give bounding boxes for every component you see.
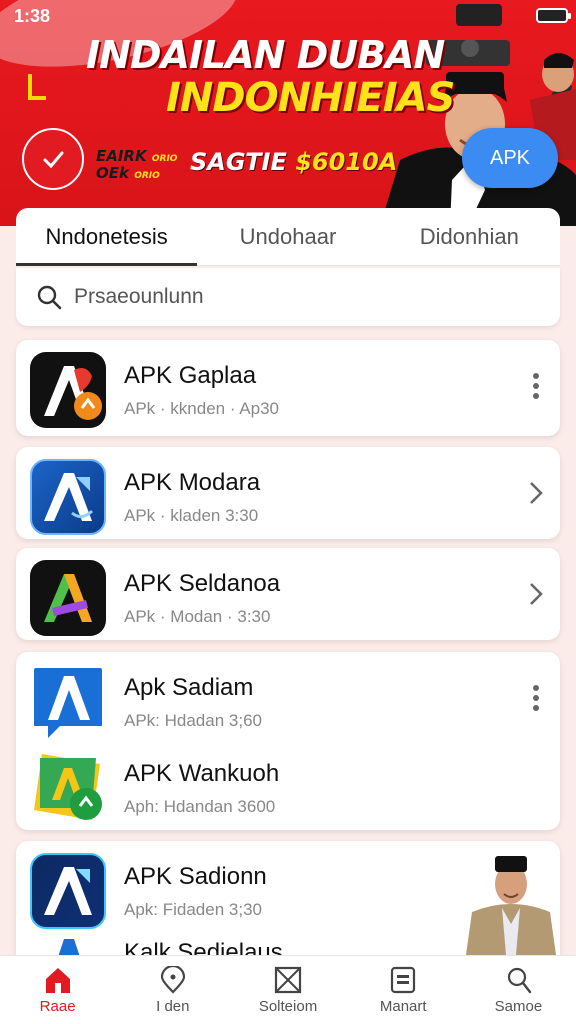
app-subtitle: APk · kladen 3:30 <box>124 506 259 525</box>
banner-headline: INDAILAN DUBAN INDONHIEIAS <box>86 33 455 121</box>
promo-small-2: OEk <box>96 163 129 182</box>
app-icon-sadionn <box>30 853 106 929</box>
app-card: APK Modara APk · kladen 3:30 <box>16 447 560 539</box>
app-card: APK Gaplaa APk · kknden · Ap30 <box>16 340 560 436</box>
location-icon <box>160 965 185 994</box>
chevron-right-icon[interactable] <box>524 578 548 610</box>
list-item[interactable]: APK Seldanoa APk · Modan · 3:30 <box>16 548 560 640</box>
list-item[interactable]: Apk Sadiam APk: Hdadan 3;60 <box>16 652 560 744</box>
more-vert-icon[interactable] <box>524 370 548 402</box>
app-subtitle: Apk: Fidaden 3;30 <box>124 900 262 919</box>
battery-icon <box>536 8 571 23</box>
nav-item-location[interactable]: I den <box>115 956 230 1024</box>
list-item[interactable]: APK Modara APk · kladen 3:30 <box>16 447 560 539</box>
status-time: 1:38 <box>14 6 51 26</box>
search-icon <box>37 285 62 310</box>
app-icon-wankuoh <box>30 750 106 826</box>
camera-icon <box>456 4 502 26</box>
app-title: Apk Sadiam <box>124 674 254 701</box>
nav-item-mail[interactable]: Solteiom <box>230 956 345 1024</box>
promo-banner[interactable]: 1:38 INDAILAN DUBAN INDONHIEIAS EAIRK OR… <box>0 0 576 226</box>
app-subtitle: APk · kknden · Ap30 <box>124 399 279 418</box>
nav-item-home[interactable]: Raae <box>0 956 115 1024</box>
more-vert-icon[interactable] <box>524 682 548 714</box>
apk-download-button[interactable]: APK <box>462 128 558 188</box>
promo-small-3: ORIO <box>151 154 178 164</box>
headline-line-1: INDAILAN DUBAN <box>86 33 445 77</box>
app-icon-seldanoa <box>30 560 106 636</box>
nav-label: Samoe <box>494 997 543 1015</box>
promo-main-text: SAGTIE $6010A <box>190 148 397 176</box>
app-title: APK Wankuoh <box>124 760 280 787</box>
nav-label: I den <box>156 997 190 1015</box>
app-title: APK Seldanoa <box>124 570 281 597</box>
promo-small-text: EAIRK ORIO OEk ORIO <box>96 148 177 182</box>
app-icon-sadiam <box>30 664 106 740</box>
home-icon <box>45 967 70 993</box>
app-subtitle: APk · Modan · 3:30 <box>124 607 271 626</box>
promo-small-4: ORIO <box>134 170 160 181</box>
banner-logo-mark <box>28 74 46 100</box>
app-title: APK Gaplaa <box>124 362 257 389</box>
nav-label: Solteiom <box>258 997 318 1015</box>
app-icon-modara <box>30 459 106 535</box>
search-bar[interactable] <box>16 268 560 326</box>
check-button[interactable] <box>22 128 84 190</box>
app-card: Apk Sadiam APk: Hdadan 3;60 APK Wankuoh … <box>16 652 560 830</box>
promo-small-1: EAIRK <box>96 147 147 165</box>
app-icon-gaplaa <box>30 352 106 428</box>
tab-didonhian[interactable]: Didonhian <box>379 208 560 265</box>
nav-label: Manart <box>379 997 427 1015</box>
nav-item-document[interactable]: Manart <box>346 956 461 1024</box>
promo-main-2: $6010A <box>295 148 398 176</box>
check-icon <box>43 151 64 169</box>
tab-undohaar[interactable]: Undohaar <box>197 208 378 265</box>
search-input[interactable] <box>74 285 514 309</box>
headline-line-2: INDONHIEIAS <box>166 75 455 121</box>
app-title: APK Modara <box>124 469 261 496</box>
app-subtitle: APk: Hdadan 3;60 <box>124 711 262 730</box>
bottom-navigation: Raae I den Solteiom Manart Samoe <box>0 955 576 1024</box>
mail-box-icon <box>274 966 302 993</box>
app-title: APK Sadionn <box>124 863 267 890</box>
person-photo <box>466 856 556 955</box>
promo-main-1: SAGTIE <box>190 148 287 176</box>
list-item[interactable]: APK Wankuoh Aph: Hdandan 3600 <box>16 738 560 830</box>
tab-nndonetesis[interactable]: Nndonetesis <box>16 208 198 266</box>
app-card: APK Seldanoa APk · Modan · 3:30 <box>16 548 560 640</box>
document-icon <box>391 966 416 993</box>
profile-icon <box>508 967 532 993</box>
nav-item-profile[interactable]: Samoe <box>461 956 576 1024</box>
app-subtitle: Aph: Hdandan 3600 <box>124 797 276 816</box>
chevron-right-icon[interactable] <box>524 477 548 509</box>
list-item[interactable]: APK Gaplaa APk · kknden · Ap30 <box>16 340 560 432</box>
nav-label: Raae <box>39 997 76 1015</box>
category-tabs: Nndonetesis Undohaar Didonhian <box>16 208 560 266</box>
